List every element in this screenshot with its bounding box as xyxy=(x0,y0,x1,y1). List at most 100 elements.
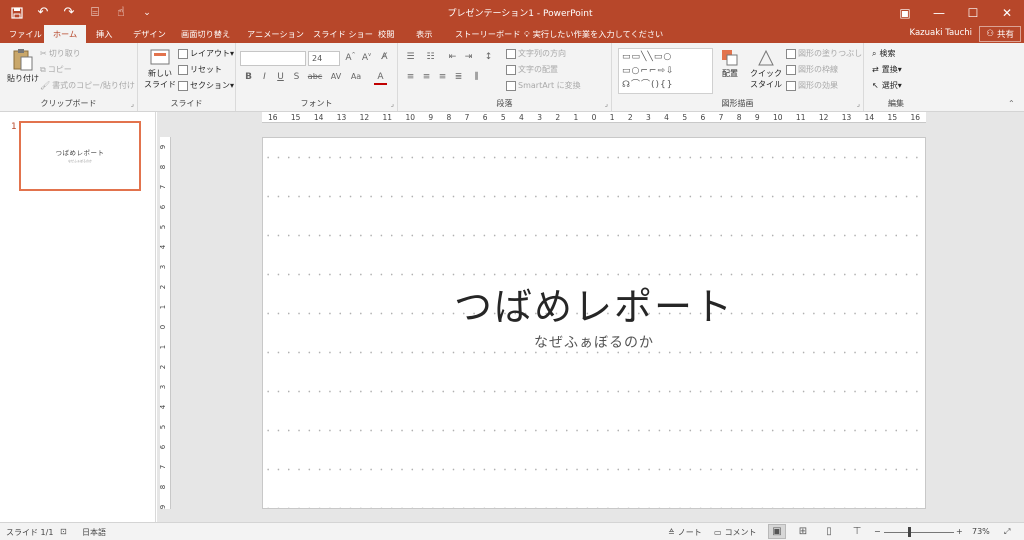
zoom-out-icon[interactable]: − xyxy=(874,527,881,536)
justify-icon[interactable]: ≣ xyxy=(452,72,465,85)
align-text-button[interactable]: 文字の配置 xyxy=(506,64,558,75)
tab-storyboard[interactable]: ストーリーボード xyxy=(455,28,521,40)
find-button[interactable]: ⌕ 検索 xyxy=(872,48,895,59)
zoom-in-icon[interactable]: + xyxy=(956,527,963,536)
language-indicator[interactable]: 日本語 xyxy=(82,527,106,538)
strikethrough-button[interactable]: abc xyxy=(306,72,324,85)
dialog-launcher-icon[interactable]: ⌟ xyxy=(131,100,134,108)
dialog-launcher-icon[interactable]: ⌟ xyxy=(391,100,394,108)
pen-icon xyxy=(786,64,796,75)
increase-indent-icon[interactable]: ⇥ xyxy=(462,52,475,65)
bullets-icon[interactable]: ☰ xyxy=(404,52,417,65)
redo-icon[interactable]: ↷ xyxy=(58,3,80,22)
ruler-tick-label: 5 xyxy=(500,112,506,122)
collapse-ribbon-icon[interactable]: ⌃ xyxy=(1008,99,1015,108)
tab-view[interactable]: 表示 xyxy=(416,28,432,40)
slide-title[interactable]: つばめレポート xyxy=(263,276,925,331)
tab-home[interactable]: ホーム xyxy=(44,25,86,43)
user-name[interactable]: Kazuaki Tauchi xyxy=(910,28,972,38)
underline-button[interactable]: U xyxy=(274,72,287,85)
dialog-launcher-icon[interactable]: ⌟ xyxy=(857,100,860,108)
quick-styles-button[interactable]: クイック スタイル xyxy=(750,48,782,90)
shadow-button[interactable]: S xyxy=(290,72,303,85)
ribbon-options-icon[interactable]: ▣ xyxy=(888,0,922,25)
group-slides: 新しい スライド レイアウト ▾ リセット セクション ▾ スライド xyxy=(138,43,236,111)
slideshow-view-icon[interactable]: ⊤ xyxy=(848,524,866,539)
replace-button[interactable]: ⇄ 置換 ▾ xyxy=(872,64,902,75)
font-group-label: フォント xyxy=(300,99,333,108)
share-button[interactable]: ⚇ 共有 xyxy=(979,26,1021,42)
shape-outline-button[interactable]: 図形の枠線 xyxy=(786,64,838,75)
slide-sorter-view-icon[interactable]: ⊞ xyxy=(794,524,812,539)
comments-button[interactable]: ▭ コメント xyxy=(714,527,757,538)
shape-fill-button[interactable]: 図形の塗りつぶし xyxy=(786,48,862,59)
numbering-icon[interactable]: ☷ xyxy=(424,52,437,65)
line-spacing-icon[interactable]: ↕ xyxy=(482,52,495,65)
slide-canvas[interactable]: つばめレポート なぜふぁぼるのか xyxy=(262,137,926,509)
undo-icon[interactable]: ↶ xyxy=(32,3,54,22)
select-button[interactable]: ↖ 選択 ▾ xyxy=(872,80,902,91)
tell-me-box[interactable]: 💡︎ 実行したい作業を入力してください xyxy=(524,28,663,40)
normal-view-icon[interactable]: ▣ xyxy=(768,524,786,539)
format-painter-button[interactable]: 🖌︎ 書式のコピー/貼り付け xyxy=(40,80,135,91)
tab-design[interactable]: デザイン xyxy=(133,28,166,40)
paste-button[interactable]: 貼り付け xyxy=(7,48,39,84)
customize-icon[interactable]: ⌄ xyxy=(136,3,158,22)
new-slide-button[interactable]: 新しい スライド xyxy=(144,48,176,90)
close-icon[interactable]: ✕ xyxy=(990,0,1024,25)
present-icon[interactable]: ⌸ xyxy=(84,3,106,22)
tab-file[interactable]: ファイル xyxy=(9,28,42,40)
shrink-font-icon[interactable]: Av xyxy=(360,52,373,65)
notes-button[interactable]: ≙ ノート xyxy=(668,527,702,538)
columns-icon[interactable]: ⫼ xyxy=(470,72,483,85)
font-color-button[interactable]: A xyxy=(374,72,387,85)
zoom-slider-thumb[interactable] xyxy=(908,527,911,537)
slide-subtitle[interactable]: なぜふぁぼるのか xyxy=(263,332,925,352)
italic-button[interactable]: I xyxy=(258,72,271,85)
text-direction-icon xyxy=(506,48,516,59)
decrease-indent-icon[interactable]: ⇤ xyxy=(446,52,459,65)
tab-transitions[interactable]: 画面切り替え xyxy=(181,28,230,40)
copy-button[interactable]: ⧉ コピー xyxy=(40,64,72,75)
zoom-slider-track[interactable] xyxy=(884,532,954,533)
align-left-icon[interactable]: ≡ xyxy=(404,72,417,85)
save-icon[interactable] xyxy=(6,3,28,22)
shapes-gallery[interactable]: ▭▭╲╲▭○ ▭○⌐⌐⇨⇩ ☊⌒⌒(){} xyxy=(618,48,713,94)
maximize-icon[interactable]: ☐ xyxy=(956,0,990,25)
grow-font-icon[interactable]: A^ xyxy=(344,52,357,65)
smartart-label: SmartArt に変換 xyxy=(518,81,581,90)
align-text-label: 文字の配置 xyxy=(518,65,558,74)
cut-button[interactable]: ✂ 切り取り xyxy=(40,48,81,59)
align-center-icon[interactable]: ≡ xyxy=(420,72,433,85)
touch-mode-icon[interactable]: ☝ xyxy=(110,3,132,22)
shape-effects-button[interactable]: 図形の効果 xyxy=(786,80,838,91)
ruler-tick-label: 2 xyxy=(160,364,168,370)
bold-button[interactable]: B xyxy=(242,72,255,85)
slide-thumbnail[interactable]: つばめレポート なぜふぁぼるのか xyxy=(19,121,141,191)
tab-insert[interactable]: 挿入 xyxy=(96,28,112,40)
arrange-button[interactable]: 配置 xyxy=(720,48,740,79)
dialog-launcher-icon[interactable]: ⌟ xyxy=(605,100,608,108)
ruler-tick-label: 11 xyxy=(795,112,806,122)
minimize-icon[interactable]: — xyxy=(922,0,956,25)
clear-format-icon[interactable]: A̸ xyxy=(378,52,391,65)
char-spacing-button[interactable]: AV xyxy=(328,72,344,85)
tab-slideshow[interactable]: スライド ショー xyxy=(313,28,373,40)
spellcheck-icon[interactable]: ⊡ xyxy=(60,527,67,536)
font-size-combo[interactable]: 24 xyxy=(308,51,340,66)
change-case-button[interactable]: Aa xyxy=(348,72,364,85)
text-direction-button[interactable]: 文字列の方向 xyxy=(506,48,566,59)
tab-review[interactable]: 校閲 xyxy=(378,28,394,40)
reading-view-icon[interactable]: ▯ xyxy=(820,524,838,539)
align-right-icon[interactable]: ≡ xyxy=(436,72,449,85)
reset-button[interactable]: リセット xyxy=(178,64,222,75)
ruler-tick-label: 7 xyxy=(464,112,470,122)
smartart-button[interactable]: SmartArt に変換 xyxy=(506,80,581,91)
zoom-level[interactable]: 73% xyxy=(972,527,990,536)
fit-to-window-icon[interactable]: ⤢ xyxy=(1004,527,1010,537)
layout-button[interactable]: レイアウト ▾ xyxy=(178,48,234,59)
font-name-combo[interactable] xyxy=(240,51,306,66)
section-button[interactable]: セクション ▾ xyxy=(178,80,234,91)
tab-animations[interactable]: アニメーション xyxy=(247,28,304,40)
section-label: セクション xyxy=(190,81,230,90)
